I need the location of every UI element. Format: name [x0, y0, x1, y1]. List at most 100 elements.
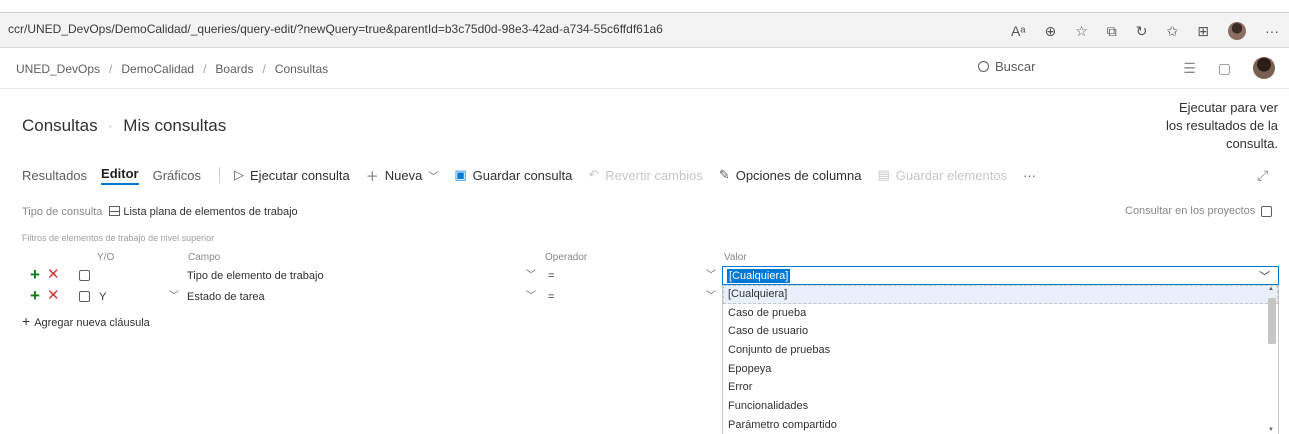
field-value: Estado de tarea	[187, 291, 265, 303]
marketplace-icon[interactable]: ▢	[1218, 60, 1231, 77]
dropdown-option[interactable]: Epopeya	[723, 360, 1278, 379]
dropdown-option[interactable]: Error	[723, 378, 1278, 397]
dropdown-option[interactable]: [Cualquiera]	[723, 285, 1278, 304]
remove-clause-icon[interactable]: ✕	[47, 266, 60, 284]
zoom-icon[interactable]: ⊕	[1045, 23, 1057, 40]
breadcrumb-queries[interactable]: Consultas	[275, 62, 328, 76]
value-combobox[interactable]: [Cualquiera] ﹀	[722, 266, 1279, 285]
operator-select[interactable]: = ﹀	[545, 289, 720, 305]
run-tooltip: Ejecutar para ver los resultados de la c…	[1165, 100, 1278, 151]
undo-icon: ↶	[588, 167, 600, 182]
dropdown-scrollbar[interactable]: ▲ ▼	[1268, 286, 1276, 433]
field-select[interactable]: Estado de tarea ﹀	[184, 289, 540, 305]
scrollbar-thumb[interactable]	[1268, 298, 1276, 344]
breadcrumb-organization[interactable]: UNED_DevOps	[16, 62, 100, 76]
add-clause-icon[interactable]: +	[30, 266, 40, 284]
breadcrumb-separator: /	[203, 62, 207, 76]
value-dropdown-list: [Cualquiera] Caso de prueba Caso de usua…	[722, 285, 1279, 434]
scroll-down-icon[interactable]: ▼	[1268, 427, 1274, 433]
chevron-down-icon: ﹀	[526, 291, 536, 302]
dropdown-option[interactable]: Caso de usuario	[723, 322, 1278, 341]
chevron-down-icon: ﹀	[706, 291, 716, 302]
column-header-value: Valor	[724, 252, 747, 263]
breadcrumb-project[interactable]: DemoCalidad	[121, 62, 194, 76]
breadcrumb-separator: /	[262, 62, 266, 76]
avatar[interactable]	[1253, 57, 1275, 79]
column-options-label: Opciones de columna	[735, 167, 862, 183]
breadcrumb-separator: /	[109, 62, 113, 76]
query-type: Tipo de consulta Lista plana de elemento…	[22, 205, 298, 218]
plus-icon: ＋	[365, 168, 379, 184]
column-header-field: Campo	[188, 252, 221, 263]
chevron-down-icon: ﹀	[428, 171, 439, 183]
value-selected-text[interactable]: [Cualquiera]	[727, 269, 791, 283]
revert-changes-button[interactable]: ↶ Revertir cambios	[588, 167, 702, 183]
column-options-button[interactable]: ✎ Opciones de columna	[719, 167, 862, 183]
page-title: Consultas · Mis consultas	[22, 116, 226, 136]
profile-icon[interactable]	[1228, 22, 1246, 40]
expand-icon[interactable]: ⤢	[1257, 167, 1268, 184]
new-query-label: Nueva	[384, 167, 423, 183]
page-title-my-queries[interactable]: Mis consultas	[123, 116, 226, 135]
save-query-label: Guardar consulta	[472, 167, 573, 183]
run-query-button[interactable]: ▷ Ejecutar consulta	[234, 167, 350, 183]
remove-clause-icon[interactable]: ✕	[47, 287, 60, 305]
page-title-queries[interactable]: Consultas	[22, 116, 98, 135]
plus-icon: +	[22, 313, 31, 329]
wrench-icon: ✎	[718, 167, 730, 182]
browser-toolbar: Aᵃ ⊕ ☆ ⧉ ↻ ✩ ⊞ ···	[1011, 19, 1279, 43]
add-clause-icon[interactable]: +	[30, 287, 40, 305]
chevron-down-icon: ﹀	[169, 291, 179, 302]
tab-results[interactable]: Resultados	[22, 168, 87, 183]
flat-list-icon	[109, 206, 121, 216]
breadcrumb-boards[interactable]: Boards	[215, 62, 253, 76]
chevron-down-icon: ﹀	[706, 270, 716, 281]
cross-project-checkbox[interactable]	[1261, 205, 1273, 217]
save-items-button[interactable]: ▤ Guardar elementos	[877, 167, 1007, 183]
toolbar-divider	[219, 167, 221, 183]
more-icon[interactable]: ···	[1265, 23, 1279, 39]
collections-icon[interactable]: ⊞	[1197, 23, 1209, 40]
search-placeholder: Buscar	[995, 59, 1036, 74]
more-icon: ···	[1023, 167, 1037, 183]
clause-checkbox[interactable]	[79, 291, 90, 302]
field-select[interactable]: Tipo de elemento de trabajo ﹀	[184, 268, 540, 284]
command-bar: Resultados Editor Gráficos ▷ Ejecutar con…	[22, 165, 1052, 185]
cross-project-label: Consultar en los proyectos	[1125, 205, 1256, 217]
andor-select[interactable]: Y ﹀	[93, 289, 183, 305]
query-type-value: Lista plana de elementos de trabajo	[123, 206, 298, 218]
column-header-andor: Y/O	[97, 252, 115, 263]
dropdown-option[interactable]: Caso de prueba	[723, 304, 1278, 323]
tab-charts[interactable]: Gráficos	[153, 168, 201, 183]
scroll-up-icon[interactable]: ▲	[1268, 286, 1274, 292]
operator-select[interactable]: = ﹀	[545, 268, 720, 284]
app-header: UNED_DevOps / DemoCalidad / Boards / Consultas…	[0, 49, 1289, 89]
clause-checkbox[interactable]	[79, 270, 90, 281]
url-field[interactable]: ccr/UNED_DevOps/DemoCalidad/_queries/que…	[8, 22, 663, 36]
query-type-selector[interactable]: Lista plana de elementos de trabajo	[109, 206, 298, 218]
search-box[interactable]: Buscar	[978, 59, 1035, 74]
tab-editor[interactable]: Editor	[101, 166, 139, 185]
favorites-icon[interactable]: ✩	[1167, 23, 1179, 40]
extensions-icon[interactable]: ⧉	[1107, 23, 1117, 40]
save-items-label: Guardar elementos	[895, 167, 1008, 183]
read-aloud-icon[interactable]: Aᵃ	[1011, 23, 1026, 39]
chevron-down-icon[interactable]: ﹀	[1259, 268, 1270, 284]
dropdown-option[interactable]: Conjunto de pruebas	[723, 341, 1278, 360]
browser-address-bar: ccr/UNED_DevOps/DemoCalidad/_queries/que…	[0, 12, 1289, 48]
refresh-icon[interactable]: ↻	[1136, 23, 1148, 40]
dropdown-option[interactable]: Funcionalidades	[723, 397, 1278, 416]
save-items-icon: ▤	[877, 167, 890, 182]
add-clause-button[interactable]: + Agregar nueva cláusula	[22, 313, 150, 329]
settings-list-icon[interactable]: ☰	[1183, 60, 1196, 77]
new-query-button[interactable]: ＋ Nueva ﹀	[366, 166, 439, 185]
field-value: Tipo de elemento de trabajo	[187, 270, 324, 282]
operator-value: =	[548, 270, 555, 282]
favorites-add-icon[interactable]: ☆	[1075, 23, 1088, 40]
column-header-operator: Operador	[545, 252, 588, 263]
more-actions-button[interactable]: ···	[1023, 168, 1036, 183]
chevron-down-icon: ﹀	[526, 270, 536, 281]
run-query-label: Ejecutar consulta	[250, 167, 350, 183]
dropdown-option[interactable]: Parámetro compartido	[723, 416, 1278, 434]
save-query-button[interactable]: ▣ Guardar consulta	[454, 167, 572, 183]
